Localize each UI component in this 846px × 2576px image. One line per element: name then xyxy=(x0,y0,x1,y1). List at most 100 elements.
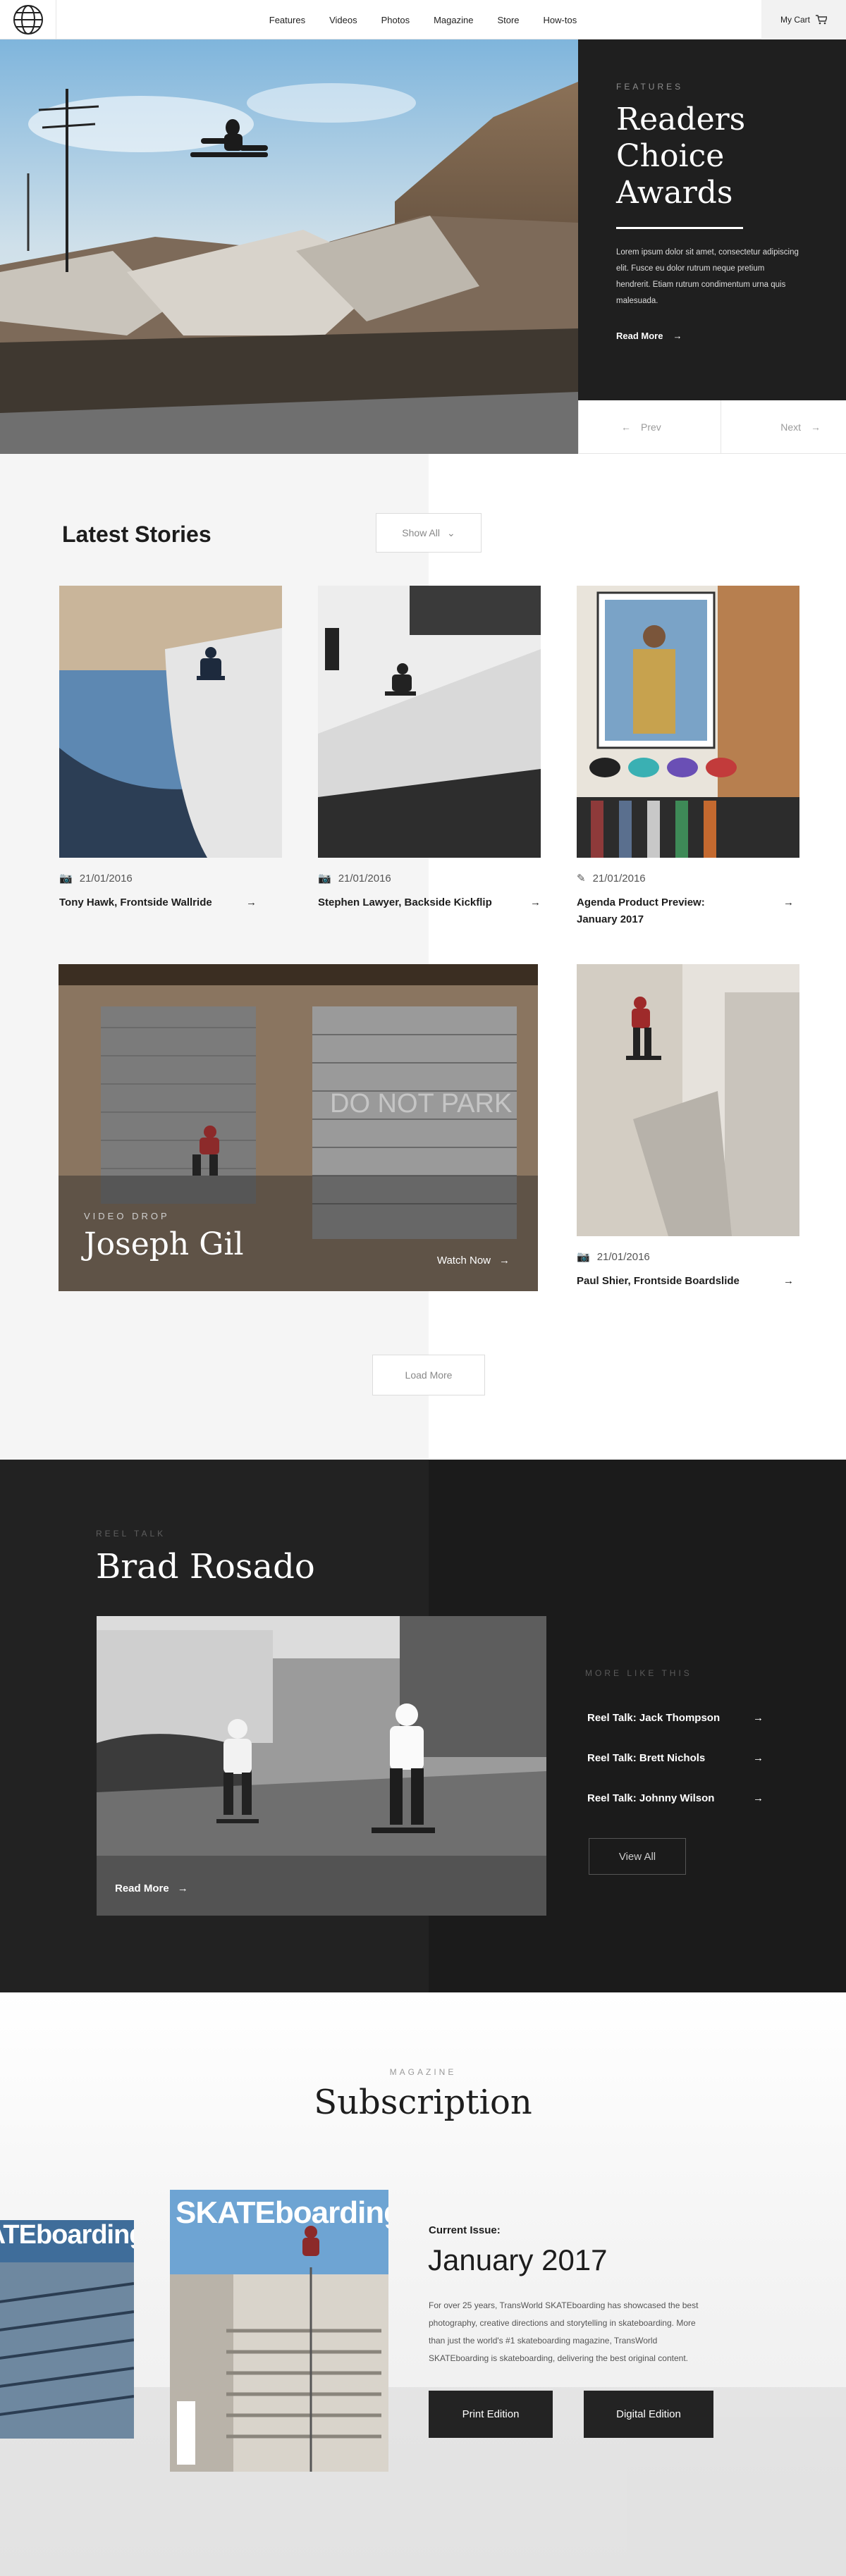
nav-item-magazine[interactable]: Magazine xyxy=(434,15,473,25)
story-title: Stephen Lawyer, Backside Kickflip xyxy=(318,896,492,908)
arrow-right-icon: → xyxy=(753,1752,764,1764)
show-all-dropdown[interactable]: Show All ⌄ xyxy=(376,513,482,553)
nav-item-howtos[interactable]: How-tos xyxy=(544,15,577,25)
logo[interactable] xyxy=(0,0,56,39)
cover-masthead: SKATEboarding xyxy=(0,2220,134,2250)
view-all-button[interactable]: View All xyxy=(589,1838,686,1875)
cover-masthead: SKATEboarding xyxy=(176,2195,388,2230)
story-meta: 📷 21/01/2016 xyxy=(318,872,541,885)
story-date: 21/01/2016 xyxy=(596,1250,650,1263)
hero-photo-illustration xyxy=(0,39,578,454)
print-edition-button[interactable]: Print Edition xyxy=(429,2391,553,2438)
nav-item-features[interactable]: Features xyxy=(269,15,305,25)
next-button[interactable]: Next → xyxy=(721,400,846,453)
story-title: Agenda Product Preview: January 2017 xyxy=(577,896,705,925)
prev-button[interactable]: ← Prev xyxy=(578,400,721,453)
story-image xyxy=(59,586,282,858)
next-label: Next xyxy=(780,421,801,433)
subs-title: Subscription xyxy=(314,2083,532,2122)
arrow-right-icon: → xyxy=(753,1712,764,1724)
arrow-right-icon: → xyxy=(673,331,682,341)
nav-item-store[interactable]: Store xyxy=(497,15,519,25)
hero: FEATURES Readers Choice Awards Lorem ips… xyxy=(0,39,846,454)
reel-title: Brad Rosado xyxy=(96,1547,315,1586)
arrow-right-icon: → xyxy=(783,1275,794,1287)
hero-image xyxy=(0,39,578,454)
reel-link[interactable]: Reel Talk: Jack Thompson → xyxy=(587,1712,764,1724)
camera-icon: 📷 xyxy=(577,1251,590,1263)
subs-eyebrow: MAGAZINE xyxy=(389,2067,457,2077)
reel-link-label: Reel Talk: Brett Nichols xyxy=(587,1752,706,1764)
watch-now-label: Watch Now xyxy=(436,1255,491,1267)
more-like-this-eyebrow: MORE LIKE THIS xyxy=(585,1668,692,1678)
story-title-link[interactable]: Paul Shier, Frontside Boardslide → xyxy=(577,1273,799,1290)
arrow-right-icon: → xyxy=(530,896,541,908)
reel-image[interactable]: Read More → xyxy=(97,1616,546,1916)
nav-item-videos[interactable]: Videos xyxy=(329,15,357,25)
story-title: Paul Shier, Frontside Boardslide xyxy=(577,1275,740,1287)
video-title: Joseph Gil xyxy=(84,1226,244,1262)
cart-icon xyxy=(816,15,827,25)
hero-body: Lorem ipsum dolor sit amet, consectetur … xyxy=(616,248,799,305)
latest-stories: Latest Stories Show All ⌄ 📷 21/01/2016 T… xyxy=(0,454,846,1460)
arrow-left-icon: ← xyxy=(621,421,631,433)
story-meta: 📷 21/01/2016 xyxy=(59,872,282,885)
stories-heading: Latest Stories xyxy=(62,522,212,547)
hero-pager: ← Prev Next → xyxy=(578,400,846,454)
story-date: 21/01/2016 xyxy=(79,872,133,885)
magazine-cover-previous[interactable]: SKATEboarding xyxy=(0,2220,134,2439)
globe-logo-icon xyxy=(13,5,43,35)
story-image xyxy=(577,964,799,1236)
load-more-button[interactable]: Load More xyxy=(372,1355,485,1395)
hero-title: Readers Choice Awards xyxy=(616,101,746,211)
nav-item-photos[interactable]: Photos xyxy=(381,15,410,25)
arrow-right-icon: → xyxy=(177,1882,188,1894)
story-photo-illustration xyxy=(59,586,282,858)
wall-graffiti: DO NOT PARK xyxy=(330,1089,512,1118)
story-photo-illustration xyxy=(318,586,541,858)
story-date: 21/01/2016 xyxy=(592,872,646,885)
story-card[interactable]: ✎ 21/01/2016 Agenda Product Preview: Jan… xyxy=(577,586,799,928)
story-card[interactable]: 📷 21/01/2016 Stephen Lawyer, Backside Ki… xyxy=(318,586,541,911)
reel-read-more-link[interactable]: Read More → xyxy=(115,1882,188,1894)
story-title-link[interactable]: Stephen Lawyer, Backside Kickflip → xyxy=(318,894,541,911)
reel-link-label: Reel Talk: Johnny Wilson xyxy=(587,1792,715,1804)
read-more-label: Read More xyxy=(616,331,663,341)
story-title-link[interactable]: Tony Hawk, Frontside Wallride → xyxy=(59,894,282,911)
cart-button[interactable]: My Cart xyxy=(761,0,846,39)
story-title-link[interactable]: Agenda Product Preview: January 2017 → xyxy=(577,894,799,928)
current-issue-body: For over 25 years, TransWorld SKATEboard… xyxy=(429,2300,699,2363)
reel-talk: REEL TALK Brad Rosado Read More → MORE L… xyxy=(0,1460,846,1992)
hero-eyebrow: FEATURES xyxy=(616,82,684,92)
camera-icon: 📷 xyxy=(59,873,73,885)
current-issue-title: January 2017 xyxy=(428,2243,608,2276)
magazine-subscription: MAGAZINE Subscription SKATEboarding SKAT… xyxy=(0,1992,846,2576)
story-meta: ✎ 21/01/2016 xyxy=(577,872,799,885)
reel-photo-illustration xyxy=(97,1616,546,1916)
story-image xyxy=(318,586,541,858)
magazine-cover-current[interactable]: SKATEboarding xyxy=(170,2190,388,2472)
chevron-down-icon: ⌄ xyxy=(446,526,455,538)
story-card[interactable]: 📷 21/01/2016 Tony Hawk, Frontside Wallri… xyxy=(59,586,282,911)
arrow-right-icon: → xyxy=(811,421,821,433)
reel-link[interactable]: Reel Talk: Johnny Wilson → xyxy=(587,1792,764,1804)
story-date: 21/01/2016 xyxy=(338,872,391,885)
digital-edition-button[interactable]: Digital Edition xyxy=(584,2391,713,2438)
reel-eyebrow: REEL TALK xyxy=(96,1529,166,1539)
prev-label: Prev xyxy=(641,421,661,433)
show-all-label: Show All xyxy=(402,527,440,538)
arrow-right-icon: → xyxy=(753,1792,764,1804)
hero-read-more-link[interactable]: Read More → xyxy=(616,331,808,341)
video-feature-card[interactable]: DO NOT PARK VIDEO DROP Joseph Gil Watch … xyxy=(59,964,538,1291)
watch-now-link[interactable]: Watch Now → xyxy=(437,1255,510,1267)
cart-label: My Cart xyxy=(780,15,810,25)
story-card[interactable]: 📷 21/01/2016 Paul Shier, Frontside Board… xyxy=(577,964,799,1290)
cover-photo-illustration xyxy=(170,2190,388,2472)
camera-icon: 📷 xyxy=(318,873,331,885)
hero-panel: FEATURES Readers Choice Awards Lorem ips… xyxy=(578,39,846,400)
story-photo-illustration xyxy=(577,964,799,1236)
story-meta: 📷 21/01/2016 xyxy=(577,1250,799,1264)
main-menu: Features Videos Photos Magazine Store Ho… xyxy=(0,0,846,39)
reel-link[interactable]: Reel Talk: Brett Nichols → xyxy=(587,1752,764,1764)
arrow-right-icon: → xyxy=(246,896,257,908)
